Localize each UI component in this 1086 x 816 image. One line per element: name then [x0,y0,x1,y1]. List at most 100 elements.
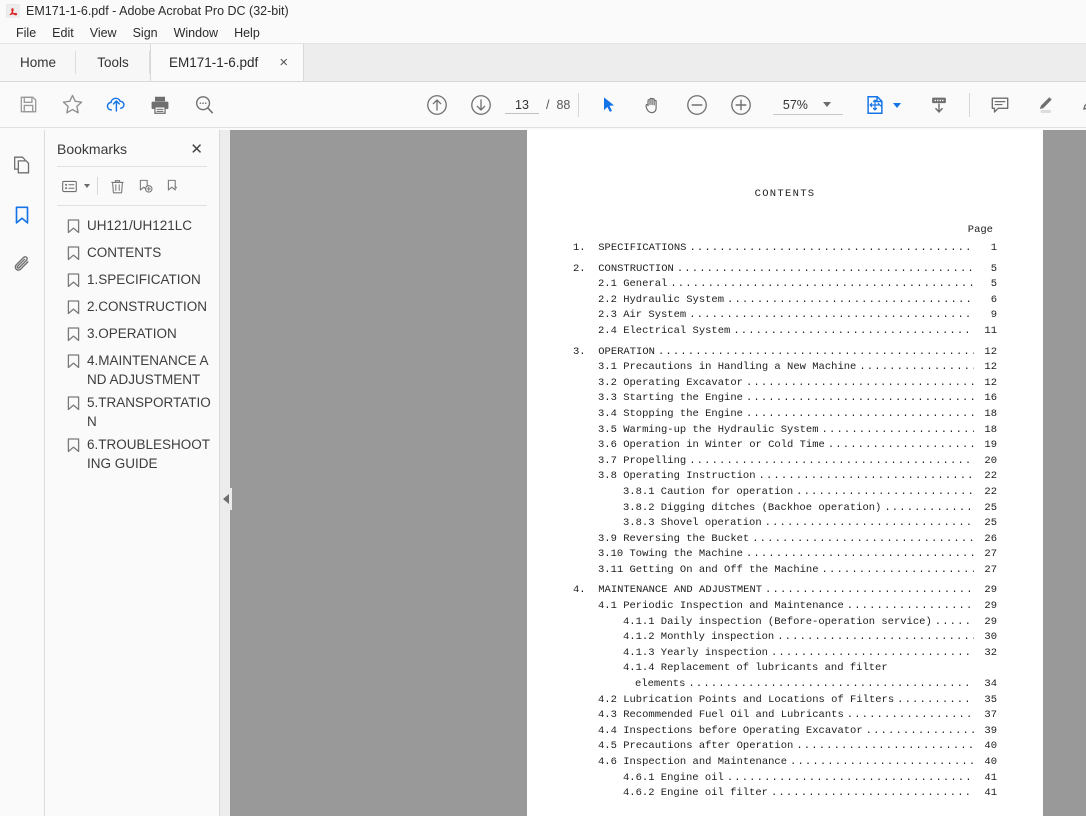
toc-row[interactable]: 1. SPECIFICATIONS ......................… [573,241,997,257]
menu-item-view[interactable]: View [82,24,125,42]
bookmarks-panel-title: Bookmarks [57,141,128,157]
tab-home[interactable]: Home [0,44,76,81]
document-viewer[interactable]: CONTENTS Page 1. SPECIFICATIONS ........… [220,130,1086,816]
page-number-input[interactable] [505,96,539,114]
sidebar-item-bookmarks[interactable] [5,198,39,232]
bookmark-item-5[interactable]: 4.MAINTENANCE AND ADJUSTMENT [49,349,215,391]
bookmark-item-7[interactable]: 6.TROUBLESHOOTING GUIDE [49,433,215,475]
toc-leader-dots: ........................................… [821,423,974,436]
save-icon[interactable] [6,85,50,125]
toc-row[interactable]: 3.2 Operating Excavator ................… [573,376,997,392]
toc-row[interactable]: 4. MAINTENANCE AND ADJUSTMENT ..........… [573,583,997,599]
toc-row[interactable]: 4.3 Recommended Fuel Oil and Lubricants … [573,708,997,724]
collapse-panel-arrow-icon[interactable] [220,488,232,510]
toc-row[interactable]: 4.5 Precautions after Operation ........… [573,739,997,755]
menu-item-edit[interactable]: Edit [44,24,82,42]
search-icon[interactable] [182,85,226,125]
close-icon[interactable]: × [276,53,291,72]
toc-row-page: 41 [984,771,997,784]
toc-row[interactable]: 2.3 Air System .........................… [573,308,997,324]
print-icon[interactable] [138,85,182,125]
page-fit-chevron-down-icon[interactable] [893,102,902,108]
toc-row[interactable]: 3. OPERATION ...........................… [573,345,997,361]
toc-row-page: 9 [990,309,997,322]
next-page-button[interactable] [459,85,503,125]
toc-row-title: 3.8.2 Digging ditches (Backhoe operation… [623,501,882,514]
delete-bookmark-icon[interactable] [103,173,131,199]
menu-item-file[interactable]: File [8,24,44,42]
toc-row[interactable]: 4.1.4 Replacement of lubricants and filt… [573,661,997,677]
star-icon[interactable] [50,85,94,125]
collapse-toolbar-icon[interactable] [917,85,961,125]
chevron-down-icon[interactable] [84,184,90,188]
comment-icon[interactable] [978,85,1022,125]
toc-row-title: 3.10 Towing the Machine [598,548,743,561]
close-icon[interactable]: ✕ [188,140,205,158]
bookmark-item-0[interactable]: UH121/UH121LC [49,214,215,241]
toc-leader-dots: ........................................… [884,501,974,514]
sidebar-item-page-thumbnails[interactable] [5,148,39,182]
toc-row-number: 4. [573,584,599,597]
menu-item-sign[interactable]: Sign [125,24,166,42]
hand-icon[interactable] [631,85,675,125]
sidebar-item-attachments[interactable] [5,248,39,282]
toc-row[interactable]: 3.11 Getting On and Off the Machine ....… [573,563,997,579]
toc-row[interactable]: 4.1.1 Daily inspection (Before-operation… [573,615,997,631]
zoom-level-control[interactable]: 57% [773,96,844,115]
toc-row[interactable]: 3.6 Operation in Winter or Cold Time ...… [573,438,997,454]
bookmark-item-3[interactable]: 2.CONSTRUCTION [49,295,215,322]
toc-row[interactable]: 3.8 Operating Instruction ..............… [573,469,997,485]
toc-row[interactable]: 3.4 Stopping the Engine ................… [573,407,997,423]
zoom-in-circle-icon[interactable] [719,85,763,125]
toc-row[interactable]: 3.3 Starting the Engine ................… [573,391,997,407]
page-fit-icon[interactable] [853,85,897,125]
toc-row[interactable]: 3.5 Warming-up the Hydraulic System ....… [573,423,997,439]
cloud-upload-icon[interactable] [94,85,138,125]
zoom-out-circle-icon[interactable] [675,85,719,125]
tab-document[interactable]: EM171-1-6.pdf × [150,44,305,81]
toc-row[interactable]: 4.1 Periodic Inspection and Maintenance … [573,599,997,615]
toc-row[interactable]: 3.7 Propelling .........................… [573,454,997,470]
toc-row[interactable]: 3.8.1 Caution for operation ............… [573,485,997,501]
bookmark-label: 2.CONSTRUCTION [87,299,208,314]
previous-page-button[interactable] [415,85,459,125]
toc-row-title: 4.6.1 Engine oil [623,771,724,784]
bookmark-item-6[interactable]: 5.TRANSPORTATION [49,391,215,433]
toc-row[interactable]: 3.10 Towing the Machine ................… [573,547,997,563]
new-bookmark-icon[interactable] [131,173,159,199]
chevron-down-icon[interactable] [823,102,832,107]
toc-row[interactable]: 3.1 Precautions in Handling a New Machin… [573,360,997,376]
toc-row[interactable]: 4.4 Inspections before Operating Excavat… [573,724,997,740]
toc-row[interactable]: elements ...............................… [573,677,997,693]
toc-row[interactable]: 4.1.2 Monthly inspection ...............… [573,630,997,646]
toc-row[interactable]: 3.8.2 Digging ditches (Backhoe operation… [573,501,997,517]
highlighter-icon[interactable] [1022,85,1066,125]
cursor-arrow-icon[interactable] [587,85,631,125]
acrobat-window: EM171-1-6.pdf - Adobe Acrobat Pro DC (32… [0,0,1086,816]
edit-pdf-icon[interactable] [1066,85,1086,125]
toc-row-number: 3. [573,345,599,358]
toc-row[interactable]: 2.2 Hydraulic System ...................… [573,293,997,309]
bookmark-item-1[interactable]: CONTENTS [49,241,215,268]
menu-item-help[interactable]: Help [226,24,268,42]
toc-row-title: 3.6 Operation in Winter or Cold Time [598,439,825,452]
toc-row[interactable]: 4.6.2 Engine oil filter ................… [573,786,997,802]
edit-bookmark-icon[interactable] [159,173,187,199]
bookmark-options-icon[interactable] [55,173,83,199]
toc-row[interactable]: 4.2 Lubrication Points and Locations of … [573,693,997,709]
toc-row[interactable]: 4.6.1 Engine oil .......................… [573,771,997,787]
bookmark-item-4[interactable]: 3.OPERATION [49,322,215,349]
toc-row[interactable]: 2.4 Electrical System ..................… [573,324,997,340]
tab-document-label: EM171-1-6.pdf [169,55,259,70]
toc-row[interactable]: 2. CONSTRUCTION ........................… [573,262,997,278]
toc-row-page: 25 [984,501,997,514]
toc-row[interactable]: 3.8.3 Shovel operation .................… [573,516,997,532]
toc-row[interactable]: 2.1 General ............................… [573,277,997,293]
bookmark-item-2[interactable]: 1.SPECIFICATION [49,268,215,295]
tab-tools[interactable]: Tools [76,44,150,81]
toc-row[interactable]: 3.9 Reversing the Bucket ...............… [573,532,997,548]
menu-item-window[interactable]: Window [166,24,226,42]
toc-row[interactable]: 4.1.3 Yearly inspection ................… [573,646,997,662]
toc-row[interactable]: 4.6 Inspection and Maintenance .........… [573,755,997,771]
toc-row-title: 4.6.2 Engine oil filter [623,787,768,800]
